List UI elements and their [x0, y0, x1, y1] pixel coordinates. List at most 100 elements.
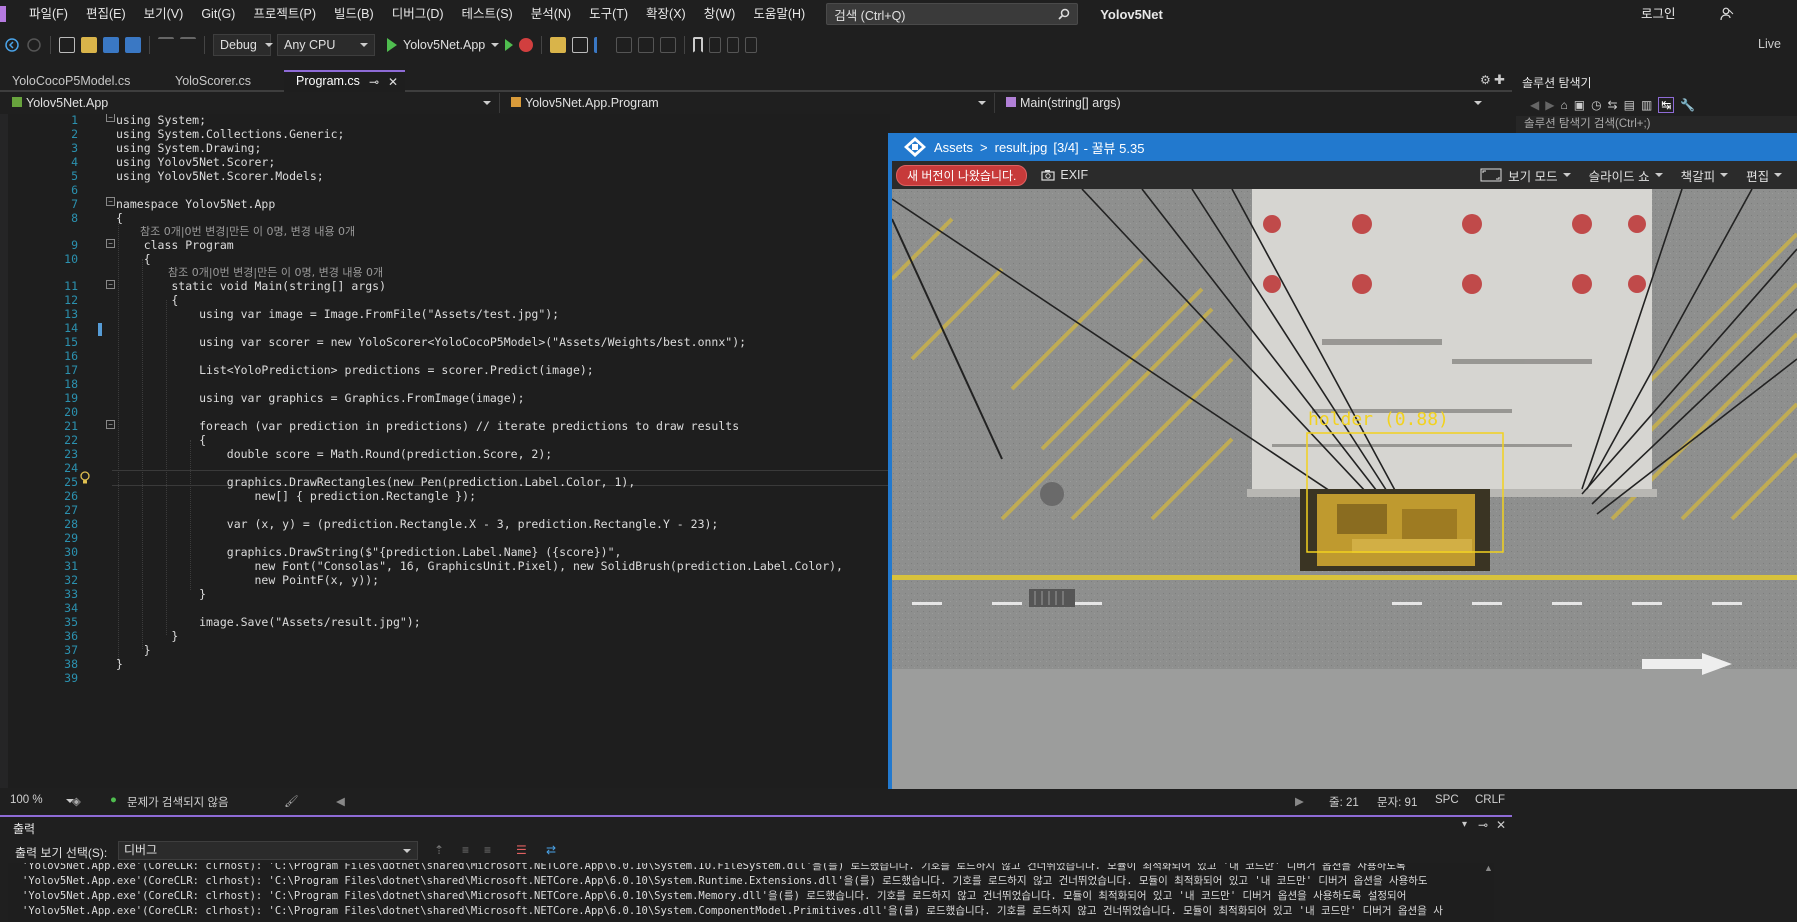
next-message-icon[interactable]: ≡ [484, 843, 491, 857]
collapse-all-icon[interactable]: ▤ [1624, 98, 1635, 112]
new-project-icon[interactable] [59, 37, 75, 53]
account-settings-icon[interactable] [1720, 7, 1734, 21]
codelens-references[interactable]: 참조 0개|0번 변경|만든 이 0명, 변경 내용 0개 [168, 264, 383, 280]
navigate-forward-icon[interactable] [26, 37, 42, 53]
global-search-box[interactable]: 검색 (Ctrl+Q) [826, 3, 1079, 25]
step-over-icon[interactable] [616, 37, 633, 53]
close-icon[interactable]: ✕ [388, 76, 398, 88]
pin-icon[interactable]: ⊸ [1478, 818, 1488, 832]
type-dropdown[interactable]: Yolov5Net.App.Program [503, 93, 995, 113]
collapse-toggle[interactable]: − [106, 420, 115, 429]
bookmark-icon[interactable] [693, 37, 704, 53]
login-link[interactable]: 로그인 [1641, 0, 1676, 28]
sync-icon[interactable]: ⇆ [1608, 98, 1618, 112]
comment-icon[interactable] [638, 37, 655, 53]
clear-bookmarks-icon[interactable] [745, 37, 758, 53]
lightbulb-icon[interactable] [80, 471, 90, 485]
menu-file[interactable]: 파일(F) [20, 0, 77, 28]
tab-program[interactable]: Program.cs ⊸ ✕ [284, 70, 405, 92]
open-folder-icon[interactable] [81, 37, 97, 53]
menu-project[interactable]: 프로젝트(P) [244, 0, 325, 28]
step-into-icon[interactable] [594, 37, 610, 53]
uncomment-icon[interactable] [660, 37, 677, 53]
menu-debug[interactable]: 디버그(D) [383, 0, 453, 28]
preview-selected-icon[interactable]: ↹ [1658, 97, 1675, 113]
split-editor-icon[interactable]: ✚ [1494, 72, 1505, 88]
image-viewer-window[interactable]: Assets > result.jpg [3/4] - 꿀뷰 5.35 새 버전… [888, 133, 1797, 789]
code-editor[interactable]: 1 2 3 4 5 6 7 8 9 10 11 12 13 14 15 16 1… [0, 114, 890, 788]
configuration-select[interactable]: Debug [213, 34, 273, 56]
project-dropdown[interactable]: Yolov5Net.App [4, 93, 500, 113]
chevron-down-icon[interactable] [491, 43, 500, 47]
collapse-toggle[interactable]: − [106, 114, 115, 122]
edit-button[interactable]: 편집 [1746, 166, 1783, 185]
menu-help[interactable]: 도움말(H) [744, 0, 814, 28]
clear-all-icon[interactable]: ☰ [516, 843, 527, 857]
pending-changes-icon[interactable]: ◷ [1591, 98, 1601, 112]
start-without-debugging-icon[interactable] [505, 39, 514, 51]
menu-edit[interactable]: 편집(E) [77, 0, 135, 28]
home-icon[interactable]: ⌂ [1560, 98, 1567, 112]
breadcrumb-root[interactable]: Assets [934, 140, 973, 155]
startup-project-button[interactable]: Yolov5Net.App [403, 38, 485, 52]
scroll-left-icon[interactable]: ◀ [336, 794, 345, 808]
navigate-back-icon[interactable] [4, 37, 20, 53]
prev-bookmark-icon[interactable] [709, 37, 722, 53]
prev-message-icon[interactable]: ≡ [462, 843, 469, 857]
collapse-toggle[interactable]: − [106, 280, 115, 289]
slideshow-button[interactable]: 슬라이드 쇼 [1589, 166, 1663, 185]
collapse-toggle[interactable]: − [106, 197, 115, 206]
menu-tools[interactable]: 도구(T) [580, 0, 637, 28]
redo-icon[interactable] [180, 37, 196, 53]
issues-status[interactable]: 문제가 검색되지 않음 [127, 794, 229, 810]
hot-reload-icon[interactable] [519, 38, 534, 52]
find-message-icon[interactable]: ⇡ [434, 843, 444, 857]
menu-view[interactable]: 보기(V) [135, 0, 193, 28]
properties-icon[interactable]: 🔧 [1680, 98, 1695, 112]
exif-button[interactable]: EXIF [1041, 168, 1088, 182]
menu-window[interactable]: 창(W) [695, 0, 745, 28]
tab-yolococop5model[interactable]: YoloCocoP5Model.cs [0, 70, 150, 92]
view-mode-button[interactable]: 보기 모드 [1480, 166, 1571, 185]
forward-icon[interactable]: ▶ [1545, 98, 1554, 112]
scroll-right-icon[interactable]: ▶ [1295, 794, 1304, 808]
show-all-files-icon[interactable]: ▥ [1641, 98, 1652, 112]
result-image[interactable]: holder (0.88) [892, 189, 1797, 789]
menu-git[interactable]: Git(G) [192, 0, 244, 28]
tab-overflow-gear-icon[interactable]: ⚙ [1480, 73, 1491, 87]
solution-explorer-search[interactable]: 솔루션 탐색기 검색(Ctrl+;) [1516, 116, 1797, 133]
back-icon[interactable]: ◀ [1530, 98, 1539, 112]
codelens-references[interactable]: 참조 0개|0번 변경|만든 이 0명, 변경 내용 0개 [140, 223, 355, 239]
save-icon[interactable] [103, 37, 119, 53]
member-dropdown[interactable]: Main(string[] args) [998, 93, 1490, 113]
menu-build[interactable]: 빌드(B) [325, 0, 383, 28]
platform-select[interactable]: Any CPU [277, 34, 375, 56]
word-wrap-icon[interactable]: ⇄ [546, 843, 556, 857]
output-source-select[interactable]: 디버그 [118, 841, 418, 860]
save-all-icon[interactable] [125, 37, 141, 53]
next-bookmark-icon[interactable] [727, 37, 740, 53]
switch-views-icon[interactable]: ▣ [1574, 98, 1585, 112]
tab-yoloscorer[interactable]: YoloScorer.cs [163, 70, 283, 92]
copilot-icon[interactable]: ◈ [72, 794, 81, 808]
live-share-button[interactable]: Live [1758, 37, 1781, 51]
menu-test[interactable]: 테스트(S) [453, 0, 522, 28]
whitespace-mode[interactable]: SPC [1435, 794, 1459, 806]
pin-icon[interactable]: ⊸ [369, 76, 379, 88]
menu-analyze[interactable]: 분석(N) [522, 0, 580, 28]
scroll-up-icon[interactable]: ▲ [1484, 863, 1493, 873]
open-in-explorer-icon[interactable] [550, 37, 567, 53]
line-ending-mode[interactable]: CRLF [1475, 794, 1505, 806]
panel-options-icon[interactable]: ▾ [1462, 819, 1467, 830]
zoom-level[interactable]: 100 % [10, 794, 43, 806]
layout-icon[interactable] [572, 37, 589, 53]
collapse-toggle[interactable]: − [106, 239, 115, 248]
output-log[interactable]: 'Yolov5Net.App.exe'(CoreCLR: clrhost): '… [8, 863, 1494, 922]
start-debugging-icon[interactable] [387, 38, 397, 52]
bookmark-button[interactable]: 책갈피 [1681, 166, 1729, 185]
undo-icon[interactable] [158, 37, 174, 53]
code-cleanup-icon[interactable]: 🖌 [284, 794, 299, 808]
new-version-button[interactable]: 새 버전이 나왔습니다. [896, 164, 1028, 186]
menu-extensions[interactable]: 확장(X) [637, 0, 695, 28]
close-icon[interactable]: ✕ [1496, 818, 1506, 832]
